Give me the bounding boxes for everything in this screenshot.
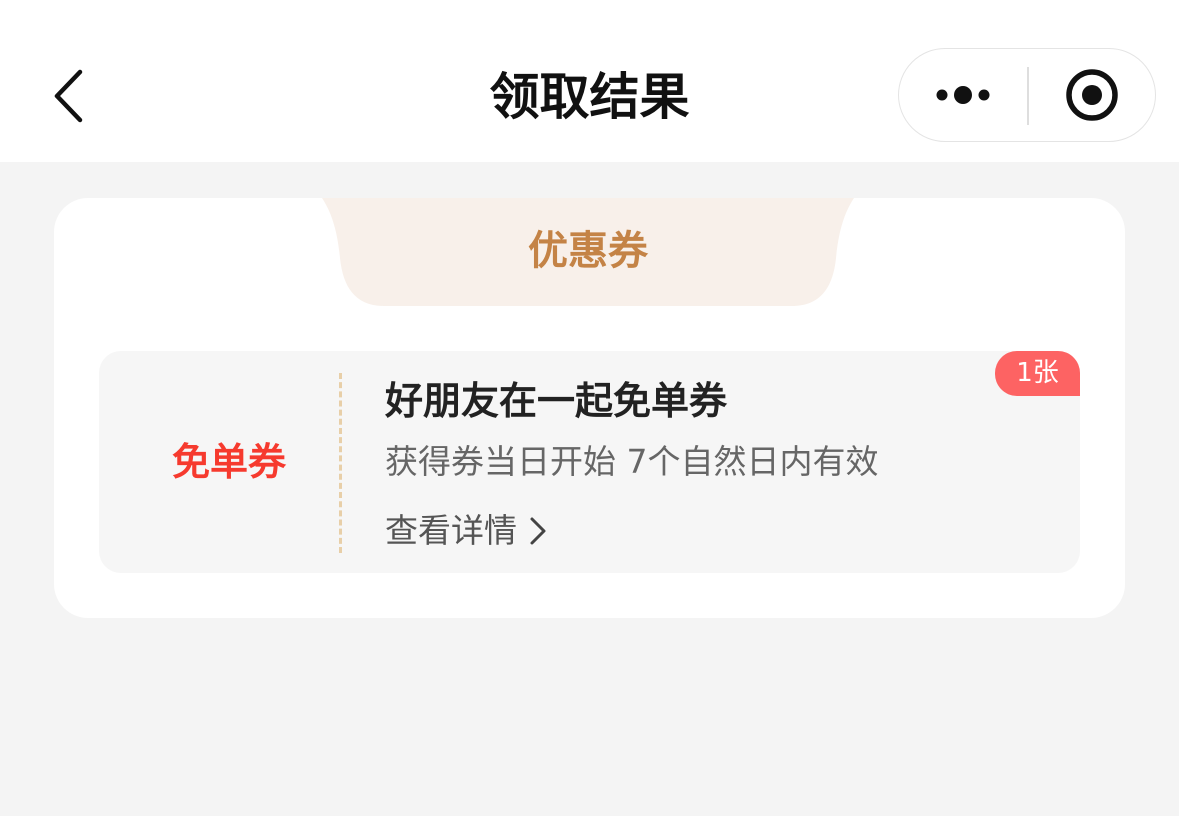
section-tab-label: 优惠券 (528, 228, 648, 274)
more-dots-icon (936, 86, 989, 104)
close-mini-program-button[interactable] (1029, 49, 1155, 141)
chevron-right-icon (529, 516, 547, 546)
more-button[interactable] (899, 49, 1028, 141)
back-button[interactable] (36, 62, 100, 130)
chevron-left-icon (54, 69, 83, 123)
coupon-count-badge: 1张 (995, 351, 1080, 396)
coupon-validity: 获得券当日开始 7个自然日内有效 (385, 442, 879, 481)
coupon-name: 好朋友在一起免单券 (385, 379, 728, 423)
coupon-card[interactable]: 免单券 好朋友在一起免单券 获得券当日开始 7个自然日内有效 查看详情 1张 (99, 351, 1080, 573)
mini-program-capsule (898, 48, 1156, 142)
view-details-label: 查看详情 (385, 511, 517, 550)
navigation-bar: 领取结果 (0, 0, 1179, 162)
coupon-dashed-divider (339, 373, 342, 553)
view-details-link[interactable]: 查看详情 (385, 505, 547, 557)
coupon-type-label: 免单券 (171, 440, 286, 484)
target-circle-icon (1066, 69, 1118, 121)
result-card: 优惠券 免单券 好朋友在一起免单券 获得券当日开始 7个自然日内有效 查看详情 … (54, 198, 1125, 618)
